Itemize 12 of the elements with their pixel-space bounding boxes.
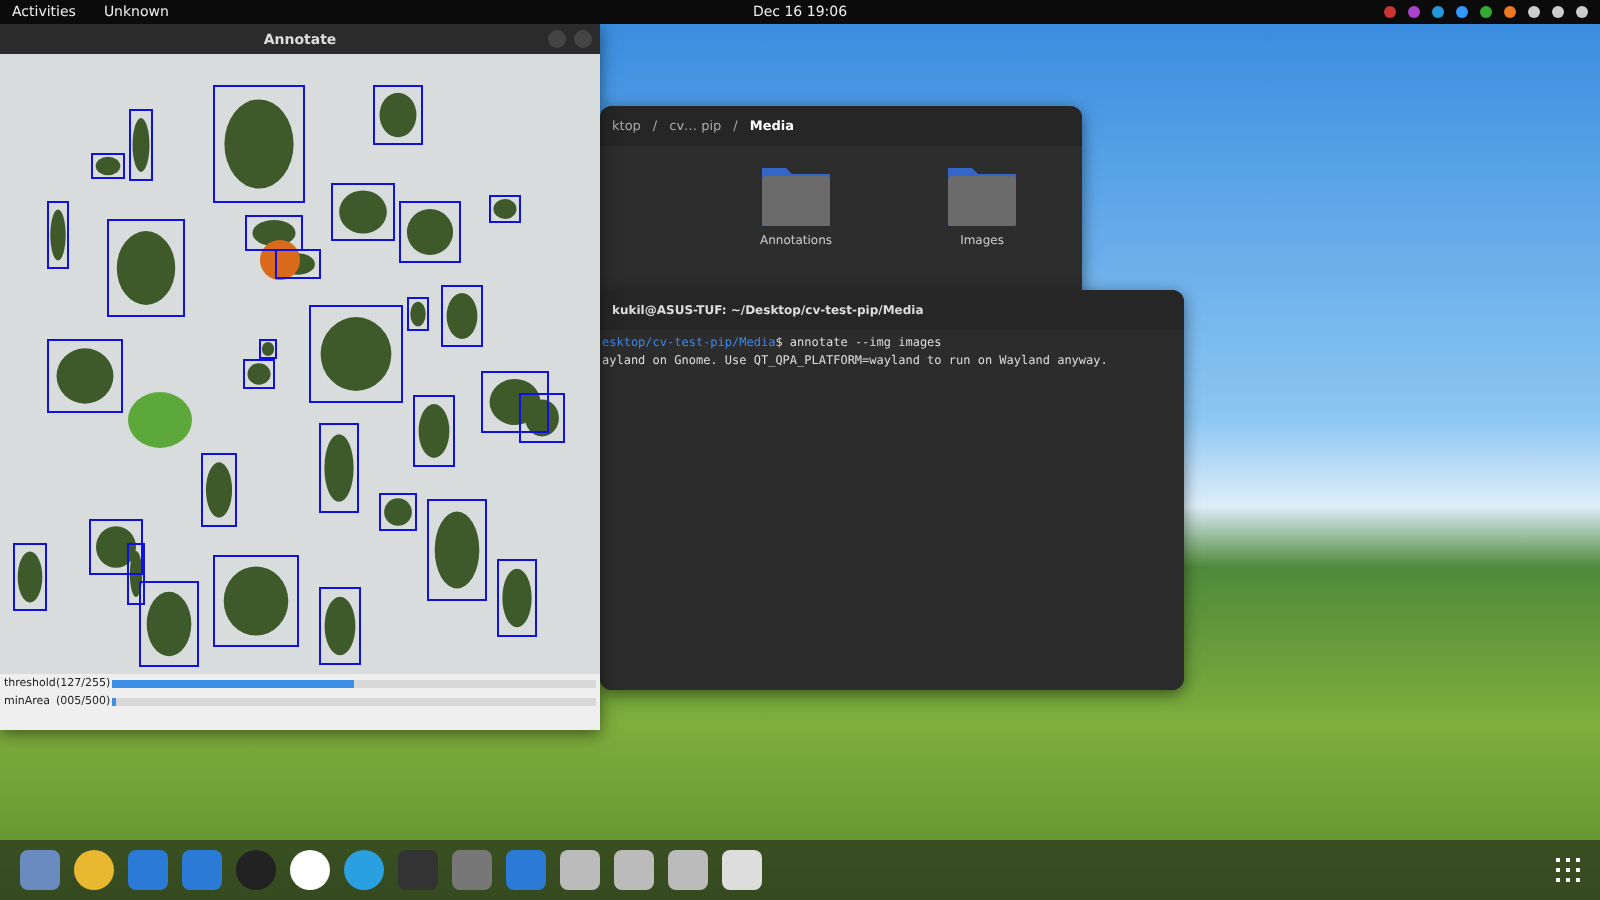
app-icon[interactable] — [668, 850, 708, 890]
slider-track[interactable] — [112, 679, 596, 687]
app-icon[interactable] — [74, 850, 114, 890]
slider-fill[interactable] — [112, 679, 354, 687]
app-icon[interactable] — [614, 850, 654, 890]
app-icon[interactable] — [722, 850, 762, 890]
folder-icon[interactable] — [762, 162, 831, 226]
slider-fill[interactable] — [112, 697, 117, 705]
app-icon[interactable] — [560, 850, 600, 890]
app-grid-icon[interactable] — [1556, 858, 1580, 882]
app-icon[interactable] — [290, 850, 330, 890]
folder-icon[interactable] — [948, 162, 1017, 226]
